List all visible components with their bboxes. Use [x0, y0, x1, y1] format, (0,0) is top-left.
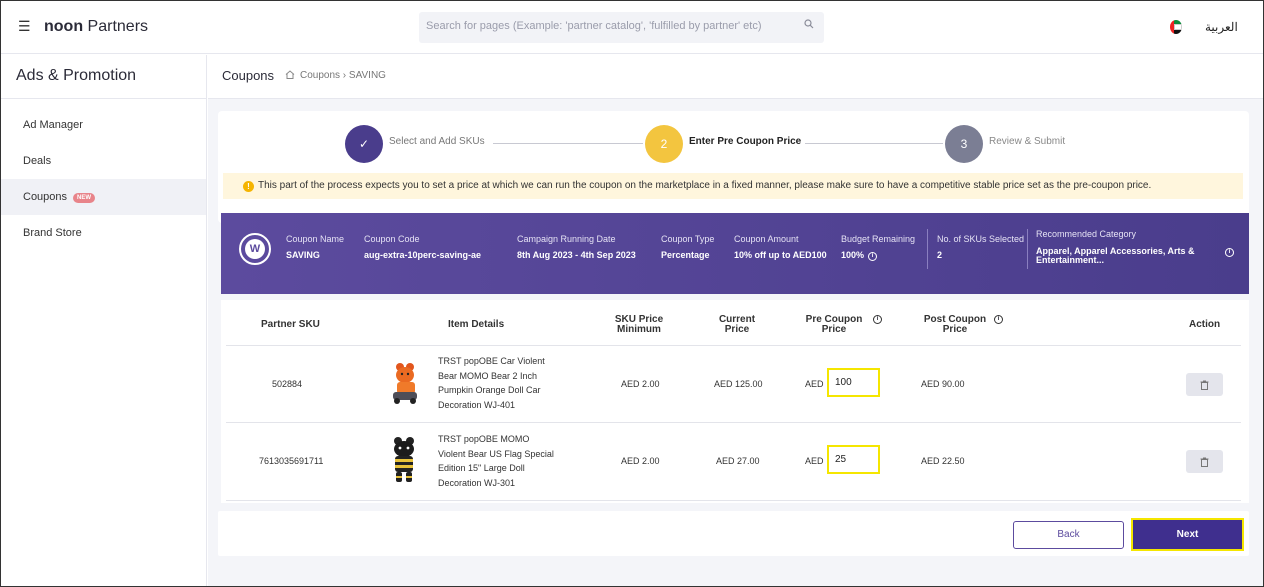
step-connector: [493, 143, 643, 144]
coupon-type: Percentage: [661, 250, 710, 260]
sidebar: Ads & Promotion Ad Manager Deals Coupons…: [1, 55, 207, 586]
coupon-logo-icon: W: [239, 233, 271, 265]
col-header-post: Post Coupon Price: [923, 314, 987, 335]
delete-button[interactable]: [1186, 450, 1223, 473]
top-bar: ☰ noon Partners Search for pages (Exampl…: [1, 1, 1263, 54]
back-button[interactable]: Back: [1013, 521, 1124, 549]
col-header-action: Action: [1189, 319, 1221, 330]
breadcrumb-path[interactable]: Coupons › SAVING: [285, 70, 386, 81]
currency-label: AED: [805, 379, 824, 389]
row-divider: [226, 422, 1241, 423]
delete-button[interactable]: [1186, 373, 1223, 396]
search-icon[interactable]: [804, 19, 814, 32]
col-header-details: Item Details: [448, 319, 505, 330]
sidebar-item-coupons[interactable]: Coupons NEW: [1, 179, 206, 215]
pre-price-info-icon[interactable]: i: [873, 315, 882, 324]
post-coupon-price-cell: AED 22.50: [921, 456, 965, 466]
sidebar-item-ad-manager[interactable]: Ad Manager: [1, 107, 206, 143]
sidebar-item-brand-store[interactable]: Brand Store: [1, 215, 206, 251]
divider: [927, 229, 928, 269]
min-price-cell: AED 2.00: [621, 456, 660, 466]
col-header-sku: Partner SKU: [261, 319, 320, 330]
item-description: TRST popOBE Car Violent Bear MOMO Bear 2…: [438, 356, 545, 410]
search-input[interactable]: Search for pages (Example: 'partner cata…: [419, 12, 824, 43]
app-window: ☰ noon Partners Search for pages (Exampl…: [0, 0, 1264, 587]
sidebar-title: Ads & Promotion: [1, 55, 206, 99]
coupon-name: SAVING: [286, 250, 320, 260]
language-switch[interactable]: العربية: [1205, 20, 1238, 34]
warning-icon: !: [243, 181, 254, 192]
step-2-circle: 2: [645, 125, 683, 163]
main-content: Coupons Coupons › SAVING ✓ Select and Ad…: [208, 55, 1263, 586]
pre-coupon-price-input[interactable]: 25: [827, 445, 880, 474]
post-coupon-price-cell: AED 90.00: [921, 379, 965, 389]
info-icon[interactable]: i: [1225, 248, 1234, 257]
next-button[interactable]: Next: [1131, 518, 1244, 551]
step-1-check-icon: ✓: [345, 125, 383, 163]
stepper: ✓ Select and Add SKUs 2 Enter Pre Coupon…: [218, 111, 1249, 223]
product-thumbnail-striped-bear: [389, 435, 419, 490]
uae-flag-icon[interactable]: [1170, 20, 1182, 34]
product-thumbnail-orange-bear: [389, 360, 419, 411]
step-2-label: Enter Pre Coupon Price: [689, 136, 802, 147]
search-placeholder: Search for pages (Example: 'partner cata…: [426, 20, 762, 32]
info-icon[interactable]: i: [868, 252, 878, 261]
col-header-current: Current Price: [718, 314, 756, 335]
hamburger-icon[interactable]: ☰: [18, 18, 31, 35]
skus-selected: 2: [937, 250, 943, 260]
min-price-cell: AED 2.00: [621, 379, 660, 389]
current-price-cell: AED 125.00: [714, 379, 763, 389]
new-badge: NEW: [73, 193, 96, 203]
budget-remaining: 100% i: [841, 250, 878, 261]
info-notice: ! This part of the process expects you to…: [223, 173, 1243, 199]
pre-coupon-price-input[interactable]: 100: [827, 368, 880, 397]
trash-icon: [1200, 380, 1209, 390]
step-3-label: Review & Submit: [989, 136, 1066, 147]
post-price-info-icon[interactable]: i: [994, 315, 1003, 324]
col-header-min: SKU Price Minimum: [614, 314, 664, 335]
sku-cell: 7613035691711: [259, 456, 324, 466]
step-connector: [805, 143, 943, 144]
divider: [1027, 229, 1028, 269]
step-1-label: Select and Add SKUs: [389, 136, 485, 147]
breadcrumb: Coupons Coupons › SAVING: [208, 55, 1263, 99]
item-description: TRST popOBE MOMO Violent Bear US Flag Sp…: [438, 434, 554, 488]
row-divider: [226, 500, 1241, 501]
page-title: Coupons: [222, 68, 275, 83]
footer-actions: Back Next: [218, 511, 1249, 556]
recommended-category: Apparel, Apparel Accessories, Arts & Ent…: [1036, 246, 1195, 265]
coupon-code: aug-extra-10perc-saving-ae: [364, 250, 482, 260]
coupon-summary-banner: W Coupon Name SAVING Coupon Code aug-ext…: [221, 213, 1249, 294]
sku-table: Partner SKU Item Details SKU Price Minimu…: [221, 300, 1249, 503]
brand-logo[interactable]: noon Partners: [44, 18, 148, 36]
coupon-amount: 10% off up to AED100: [734, 250, 827, 260]
sidebar-item-deals[interactable]: Deals: [1, 143, 206, 179]
trash-icon: [1200, 457, 1209, 467]
row-divider: [226, 345, 1241, 346]
current-price-cell: AED 27.00: [716, 456, 760, 466]
sku-cell: 502884: [272, 379, 303, 389]
currency-label: AED: [805, 456, 824, 466]
home-icon: [285, 70, 295, 79]
col-header-pre: Pre Coupon Price: [805, 314, 863, 335]
step-3-circle: 3: [945, 125, 983, 163]
coupon-date: 8th Aug 2023 - 4th Sep 2023: [517, 250, 636, 260]
